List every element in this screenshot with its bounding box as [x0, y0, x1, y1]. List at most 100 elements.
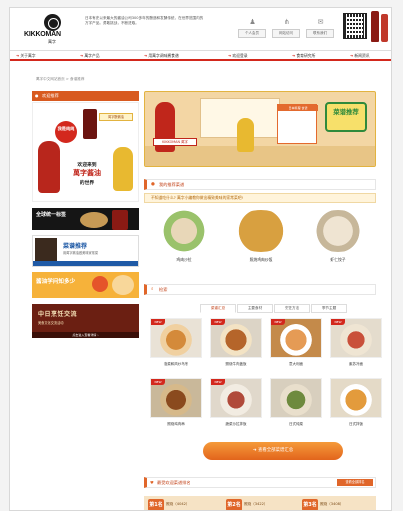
- mascot-tag: 萬字酿酱油: [99, 113, 133, 121]
- recipe-grid-card[interactable]: 日式炖菜: [270, 378, 322, 434]
- recipe-grid-card[interactable]: NEW 照烧鸡肉串: [150, 378, 202, 434]
- ranking-row: 第1名 照烧（4042） 第2名 照烧（3422） 第3名 照烧（3408）: [144, 496, 378, 510]
- nav-item-login[interactable]: 欢迎登录: [228, 53, 247, 59]
- recipe-image: [330, 378, 382, 418]
- brand-subtitle: 萬字: [48, 39, 56, 44]
- recommended-recipe-card[interactable]: 鸡肉沙拉: [148, 208, 220, 266]
- mail-icon: ✉: [317, 18, 324, 26]
- mascot-welcome-banner[interactable]: 我是纯纯 萬字酿酱油 欢迎来到 萬字酱油 的世界: [32, 102, 139, 202]
- recipe-grid-card[interactable]: NEW 泡菜和风炒乌冬: [150, 318, 202, 374]
- hero-logo: KIKKOMAN 萬字: [153, 138, 197, 146]
- tab-main-ingredients[interactable]: 主要食材: [237, 304, 273, 313]
- ranking-item[interactable]: 第3名 照烧（3408）: [302, 499, 378, 510]
- nav-item-products[interactable]: 萬字产品: [80, 53, 99, 59]
- red-mascot-image: [38, 141, 60, 193]
- recipe-name[interactable]: 虾仁饺子: [302, 257, 374, 263]
- recipe-name[interactable]: 泡菜和风炒乌冬: [150, 362, 202, 367]
- mascot-speech-bubble: 我是纯纯: [55, 121, 77, 143]
- soy-sauce-bottle-image: [371, 11, 379, 42]
- tab-season-theme[interactable]: 季节主题: [311, 304, 347, 313]
- rank-number: 第3名: [302, 499, 318, 510]
- contact-link[interactable]: ✉ 联系我们: [306, 17, 334, 41]
- promo-a-text: 全球统一标签: [36, 212, 67, 218]
- promo-exchange-banner[interactable]: 中日烹饪交流 美食文化交流活动 点击进入查看详情 ›: [32, 304, 139, 338]
- bullet-icon: ●: [151, 182, 155, 187]
- hero-card-title: 日本料理 食谱: [278, 105, 318, 111]
- breadcrumb[interactable]: 萬字中文网站首页 > 食谱推荐: [36, 77, 84, 82]
- ranking-title-text: 最受欢迎菜谱排名: [157, 480, 191, 485]
- view-all-recipes-button[interactable]: 查看全部菜谱汇总: [203, 442, 343, 460]
- hero-recipe-card: 日本料理 食谱: [277, 104, 318, 144]
- sitemap-icon: ⋔: [283, 18, 290, 26]
- main-nav: 关于萬字 萬字产品 用萬字调味酱食谱 欢迎登录 食育研究所 新闻资讯: [10, 50, 391, 61]
- recipe-grid-card[interactable]: 日式拌饭: [330, 378, 382, 434]
- promo-c-badge: [92, 276, 108, 292]
- search-title-text: 检索: [159, 287, 168, 292]
- new-badge: NEW: [211, 379, 225, 385]
- promo-d-footer-link[interactable]: 点击进入查看详情 ›: [32, 332, 139, 338]
- page: KIKKOMAN 萬字 日本有史以来最大的酱油公司300多年的酿造和发酵传统，在…: [9, 7, 392, 511]
- recipe-grid-card[interactable]: NEW 蔬菜沙拉拌饭: [210, 378, 262, 434]
- recipe-name[interactable]: 日式炖菜: [270, 422, 322, 427]
- new-badge: NEW: [151, 319, 165, 325]
- hero-banner[interactable]: KIKKOMAN 萬字 日本料理 食谱 菜谱推荐: [144, 91, 376, 167]
- recipe-grid-card[interactable]: NEW 照烧牛肉盖饭: [210, 318, 262, 374]
- ranking-item[interactable]: 第2名 照烧（3422）: [226, 499, 302, 510]
- recommended-recipe-card[interactable]: 照烧鸡肉炒饭: [225, 208, 297, 266]
- header-intro-text: 日本有史以来最大的酱油公司300多年的酿造和发酵传统，在世界范围内的万字产品。勇…: [85, 16, 204, 25]
- new-badge: NEW: [271, 319, 285, 325]
- recipe-name[interactable]: 蔬菜沙拉拌饭: [210, 422, 262, 427]
- recipe-name[interactable]: 照烧鸡肉炒饭: [225, 257, 297, 263]
- kikkoman-logo[interactable]: KIKKOMAN 萬字: [24, 14, 84, 44]
- promo-recipe-banner[interactable]: 菜谱推荐 用萬字酱油做美味家常菜: [32, 235, 139, 267]
- recommend-title-text: 我的推荐菜谱: [159, 182, 185, 187]
- nav-item-about[interactable]: 关于萬字: [16, 53, 35, 59]
- tab-all-recipes[interactable]: 菜谱汇总: [200, 304, 236, 313]
- recipe-image: [270, 378, 322, 418]
- recommend-note: 不知道吃什么? 萬字小编教你做出精致美味的家常菜吧!: [144, 193, 376, 203]
- sitemap-link[interactable]: ⋔ 网站访问: [272, 17, 300, 41]
- recommended-recipe-card[interactable]: 虾仁饺子: [302, 208, 374, 266]
- welcome-line-1: 欢迎来到: [77, 163, 97, 168]
- nav-item-institute[interactable]: 食育研究所: [292, 53, 315, 59]
- promo-d-subtitle: 美食文化交流活动: [38, 321, 64, 325]
- soy-sauce-bottle-image: [112, 210, 128, 230]
- recipe-grid-card[interactable]: NEW 紫苏冷面: [330, 318, 382, 374]
- recipe-image: [154, 210, 214, 252]
- rank-number: 第1名: [148, 499, 164, 510]
- recipe-image: [231, 210, 291, 252]
- soy-sauce-bottle-image: [381, 14, 388, 42]
- ranking-item[interactable]: 第1名 照烧（4042）: [148, 499, 224, 510]
- new-badge: NEW: [211, 319, 225, 325]
- sitemap-link-label: 网站访问: [272, 29, 300, 38]
- tab-cooking-method[interactable]: 烹饪方法: [274, 304, 310, 313]
- header-links: ♟ 个人会员 ⋔ 网站访问 ✉ 联系我们: [238, 17, 338, 41]
- recipe-name[interactable]: 紫苏冷面: [330, 362, 382, 367]
- promo-global-label-banner[interactable]: 全球统一标签: [32, 208, 139, 230]
- recipe-name[interactable]: 鸡肉沙拉: [148, 257, 220, 263]
- ranking-more-button[interactable]: 查看全部排名: [337, 479, 373, 486]
- rank-number: 第2名: [226, 499, 242, 510]
- recipe-name[interactable]: 日式拌饭: [330, 422, 382, 427]
- promo-b-stripe: [33, 261, 138, 266]
- promo-c-text: 酱油学问知多少: [36, 279, 76, 285]
- soy-sauce-bottle-image: [83, 109, 97, 139]
- qr-code: [343, 13, 367, 39]
- recipe-name[interactable]: 照烧牛肉盖饭: [210, 362, 262, 367]
- member-link[interactable]: ♟ 个人会员: [238, 17, 266, 41]
- promo-b-title: 菜谱推荐: [63, 243, 88, 250]
- nav-item-news[interactable]: 新闻资讯: [350, 53, 369, 59]
- recipe-image: [308, 210, 368, 252]
- recipe-name[interactable]: 照烧鸡肉串: [150, 422, 202, 427]
- hero-recipe-badge: 菜谱推荐: [325, 102, 367, 132]
- new-badge: NEW: [151, 379, 165, 385]
- yellow-mascot-image: [113, 147, 133, 191]
- search-section-title: ⌕ 检索: [144, 284, 376, 295]
- recipe-name[interactable]: 意大利面: [270, 362, 322, 367]
- left-section-title: 欢迎推荐: [32, 91, 139, 101]
- yellow-mascot-image: [237, 118, 254, 152]
- nav-item-recipes[interactable]: 用萬字调味酱食谱: [144, 53, 178, 59]
- header: KIKKOMAN 萬字 日本有史以来最大的酱油公司300多年的酿造和发酵传统，在…: [10, 8, 391, 48]
- recipe-grid-card[interactable]: NEW 意大利面: [270, 318, 322, 374]
- promo-soy-knowledge-banner[interactable]: 酱油学问知多少: [32, 272, 139, 298]
